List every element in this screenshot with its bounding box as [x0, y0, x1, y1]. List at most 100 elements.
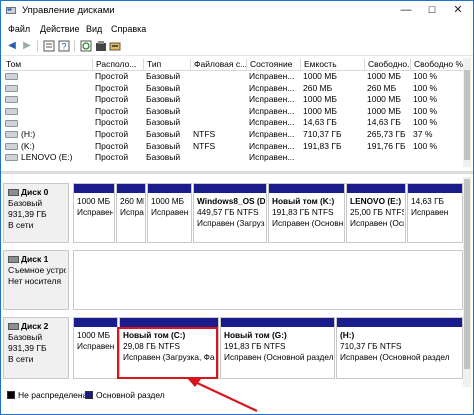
disk-label[interactable]: Диск 1 Съемное устро Нет носителя: [3, 250, 69, 310]
partition-info: 1000 МБ Исправен: [151, 196, 190, 218]
table-cell: Базовый: [146, 82, 181, 93]
table-cell: 1000 МБ: [367, 105, 401, 116]
partition-line2: Исправен (Основной: [272, 218, 343, 228]
properties-icon[interactable]: [43, 40, 55, 52]
primary-partition-bar: [194, 184, 266, 193]
legend-label-primary: Основной раздел: [96, 390, 165, 400]
window-title: Управление дисками: [22, 5, 115, 16]
table-cell: 14,63 ГБ: [367, 117, 401, 128]
forward-arrow-icon[interactable]: ▶: [21, 40, 33, 52]
col-header-layout[interactable]: Располо...: [93, 59, 144, 70]
table-cell: [191, 71, 247, 82]
col-header-free-percent[interactable]: Свободно %: [411, 59, 463, 70]
volume-drive-icon: [5, 154, 18, 162]
removable-media-area[interactable]: [73, 250, 463, 310]
toolbar: ◀ ▶ ?: [1, 37, 473, 56]
menu-help[interactable]: Справка: [111, 24, 146, 34]
table-cell: Простой: [95, 140, 129, 151]
table-cell: Исправен...: [249, 94, 295, 105]
table-cell: Базовый: [146, 117, 181, 128]
partition-block[interactable]: 14,63 ГБ Исправен: [407, 183, 463, 243]
table-cell: 260 МБ: [367, 82, 397, 93]
partition-line1: 260 МБ: [120, 196, 144, 206]
partition-block[interactable]: LENOVO (E:)25,00 ГБ NTFSИсправен (Осно: [346, 183, 406, 243]
table-row[interactable]: Простой Базовый Исправен... 1000 МБ 1000 МБ 1…: [3, 106, 463, 117]
table-row[interactable]: Простой Базовый Исправен... 260 МБ 260 МБ 100…: [3, 83, 463, 94]
partition-title: LENOVO (E:): [350, 196, 402, 206]
disk-label[interactable]: Диск 2 Базовый 931,39 ГБ В сети: [3, 317, 69, 379]
table-cell: [191, 94, 247, 105]
partition-block[interactable]: 260 МБИсправен: [116, 183, 146, 243]
col-header-capacity[interactable]: Емкость: [301, 59, 365, 70]
table-row[interactable]: (H:) Простой Базовый NTFS Исправен... 710,37 …: [3, 129, 463, 140]
table-row[interactable]: LENOVO (E:) Простой Базовый Исправен...: [3, 152, 463, 163]
table-cell: [411, 152, 463, 163]
partition-line2: Исправен (Осно: [350, 218, 404, 228]
table-cell: [191, 117, 247, 128]
partition-line1: 25,00 ГБ NTFS: [350, 207, 404, 217]
scrollbar-thumb[interactable]: [464, 179, 470, 369]
disk-label[interactable]: Диск 0 Базовый 931,39 ГБ В сети: [3, 183, 69, 243]
col-header-volume[interactable]: Том: [3, 59, 93, 70]
table-cell: 100 %: [413, 140, 438, 151]
disk-map-scrollbar[interactable]: [463, 177, 471, 387]
partition-block[interactable]: 1000 МБ Исправен: [73, 317, 118, 379]
minimize-button[interactable]: —: [393, 2, 419, 18]
col-header-status[interactable]: Состояние: [247, 59, 301, 70]
pane-splitter[interactable]: [1, 171, 473, 174]
menu-view[interactable]: Вид: [86, 24, 102, 34]
help-icon[interactable]: ?: [58, 40, 70, 52]
table-row[interactable]: (K:) Простой Базовый NTFS Исправен... 191,83 …: [3, 141, 463, 152]
refresh-icon[interactable]: [80, 40, 92, 52]
disk-icon: [8, 323, 19, 331]
back-arrow-icon[interactable]: ◀: [6, 40, 18, 52]
table-row[interactable]: Простой Базовый Исправен... 1000 МБ 1000 МБ 1…: [3, 71, 463, 82]
table-cell: Простой: [95, 82, 129, 93]
table-cell: 710,37 ГБ: [303, 129, 342, 139]
table-cell: Исправен...: [249, 71, 295, 81]
maximize-button[interactable]: ☐: [419, 2, 445, 18]
col-header-filesystem[interactable]: Файловая с...: [191, 59, 247, 70]
table-cell: 1000 МБ: [303, 105, 337, 116]
disk-properties-icon[interactable]: [109, 40, 121, 52]
volume-cell: [3, 117, 93, 128]
title-bar: Управление дисками — ☐ ✕: [1, 1, 473, 19]
partition-info: 1000 МБ Исправен: [77, 330, 116, 352]
col-header-free-space[interactable]: Свободно...: [365, 59, 411, 70]
rescan-icon[interactable]: [95, 40, 107, 52]
table-row[interactable]: Простой Базовый Исправен... 1000 МБ 1000 МБ 1…: [3, 94, 463, 105]
partition-title: Windows8_OS (D: [197, 196, 265, 206]
partition-block[interactable]: Новый том (K:) 191,83 ГБ NTFS Исправен (Ос…: [268, 183, 345, 243]
partition-block[interactable]: Windows8_OS (D 449,57 ГБ NTFS Исправен (За…: [193, 183, 267, 243]
menu-action[interactable]: Действие: [40, 24, 80, 34]
volume-table-scrollbar[interactable]: [463, 58, 471, 167]
partition-block[interactable]: 1000 МБ Исправен: [147, 183, 192, 243]
partition-line2: Исправен (Основной раздел: [340, 352, 450, 362]
table-cell: Простой: [95, 117, 129, 128]
table-cell: NTFS: [193, 140, 216, 151]
menu-bar: Файл Действие Вид Справка: [1, 21, 473, 36]
partition-block[interactable]: Новый том (G:) 191,83 ГБ NTFS Исправен (Ос…: [220, 317, 335, 379]
volume-name: (H:): [21, 129, 36, 139]
menu-file[interactable]: Файл: [8, 24, 30, 34]
table-row[interactable]: Простой Базовый Исправен... 14,63 ГБ 14,63 Г…: [3, 117, 463, 128]
table-cell: 1000 МБ: [367, 71, 401, 81]
disk-row-1: Диск 1 Съемное устро Нет носителя: [3, 250, 463, 310]
table-cell: Базовый: [146, 105, 181, 116]
partition-info: Windows8_OS (D 449,57 ГБ NTFS Исправен (За…: [197, 196, 265, 229]
partition-line1: 191,83 ГБ NTFS: [224, 341, 286, 351]
disk-status: В сети: [8, 220, 34, 230]
partition-line2: Исправен: [151, 207, 189, 217]
partition-block[interactable]: 1000 МБ Исправен: [73, 183, 115, 243]
volume-drive-icon: [5, 84, 18, 92]
disk-map: Диск 0 Базовый 931,39 ГБ В сети 1000 МБ И…: [3, 177, 463, 387]
toolbar-separator: [37, 40, 38, 52]
close-button[interactable]: ✕: [445, 2, 471, 18]
volume-drive-icon: [5, 119, 18, 127]
table-cell: 1000 МБ: [303, 71, 337, 81]
partition-info: Новый том (K:) 191,83 ГБ NTFS Исправен (Ос…: [272, 196, 343, 229]
col-header-type[interactable]: Тип: [144, 59, 191, 70]
table-cell: 37 %: [413, 129, 433, 139]
partition-block[interactable]: (H:) 710,37 ГБ NTFS Исправен (Основной раз…: [336, 317, 463, 379]
scrollbar-thumb[interactable]: [464, 70, 470, 160]
